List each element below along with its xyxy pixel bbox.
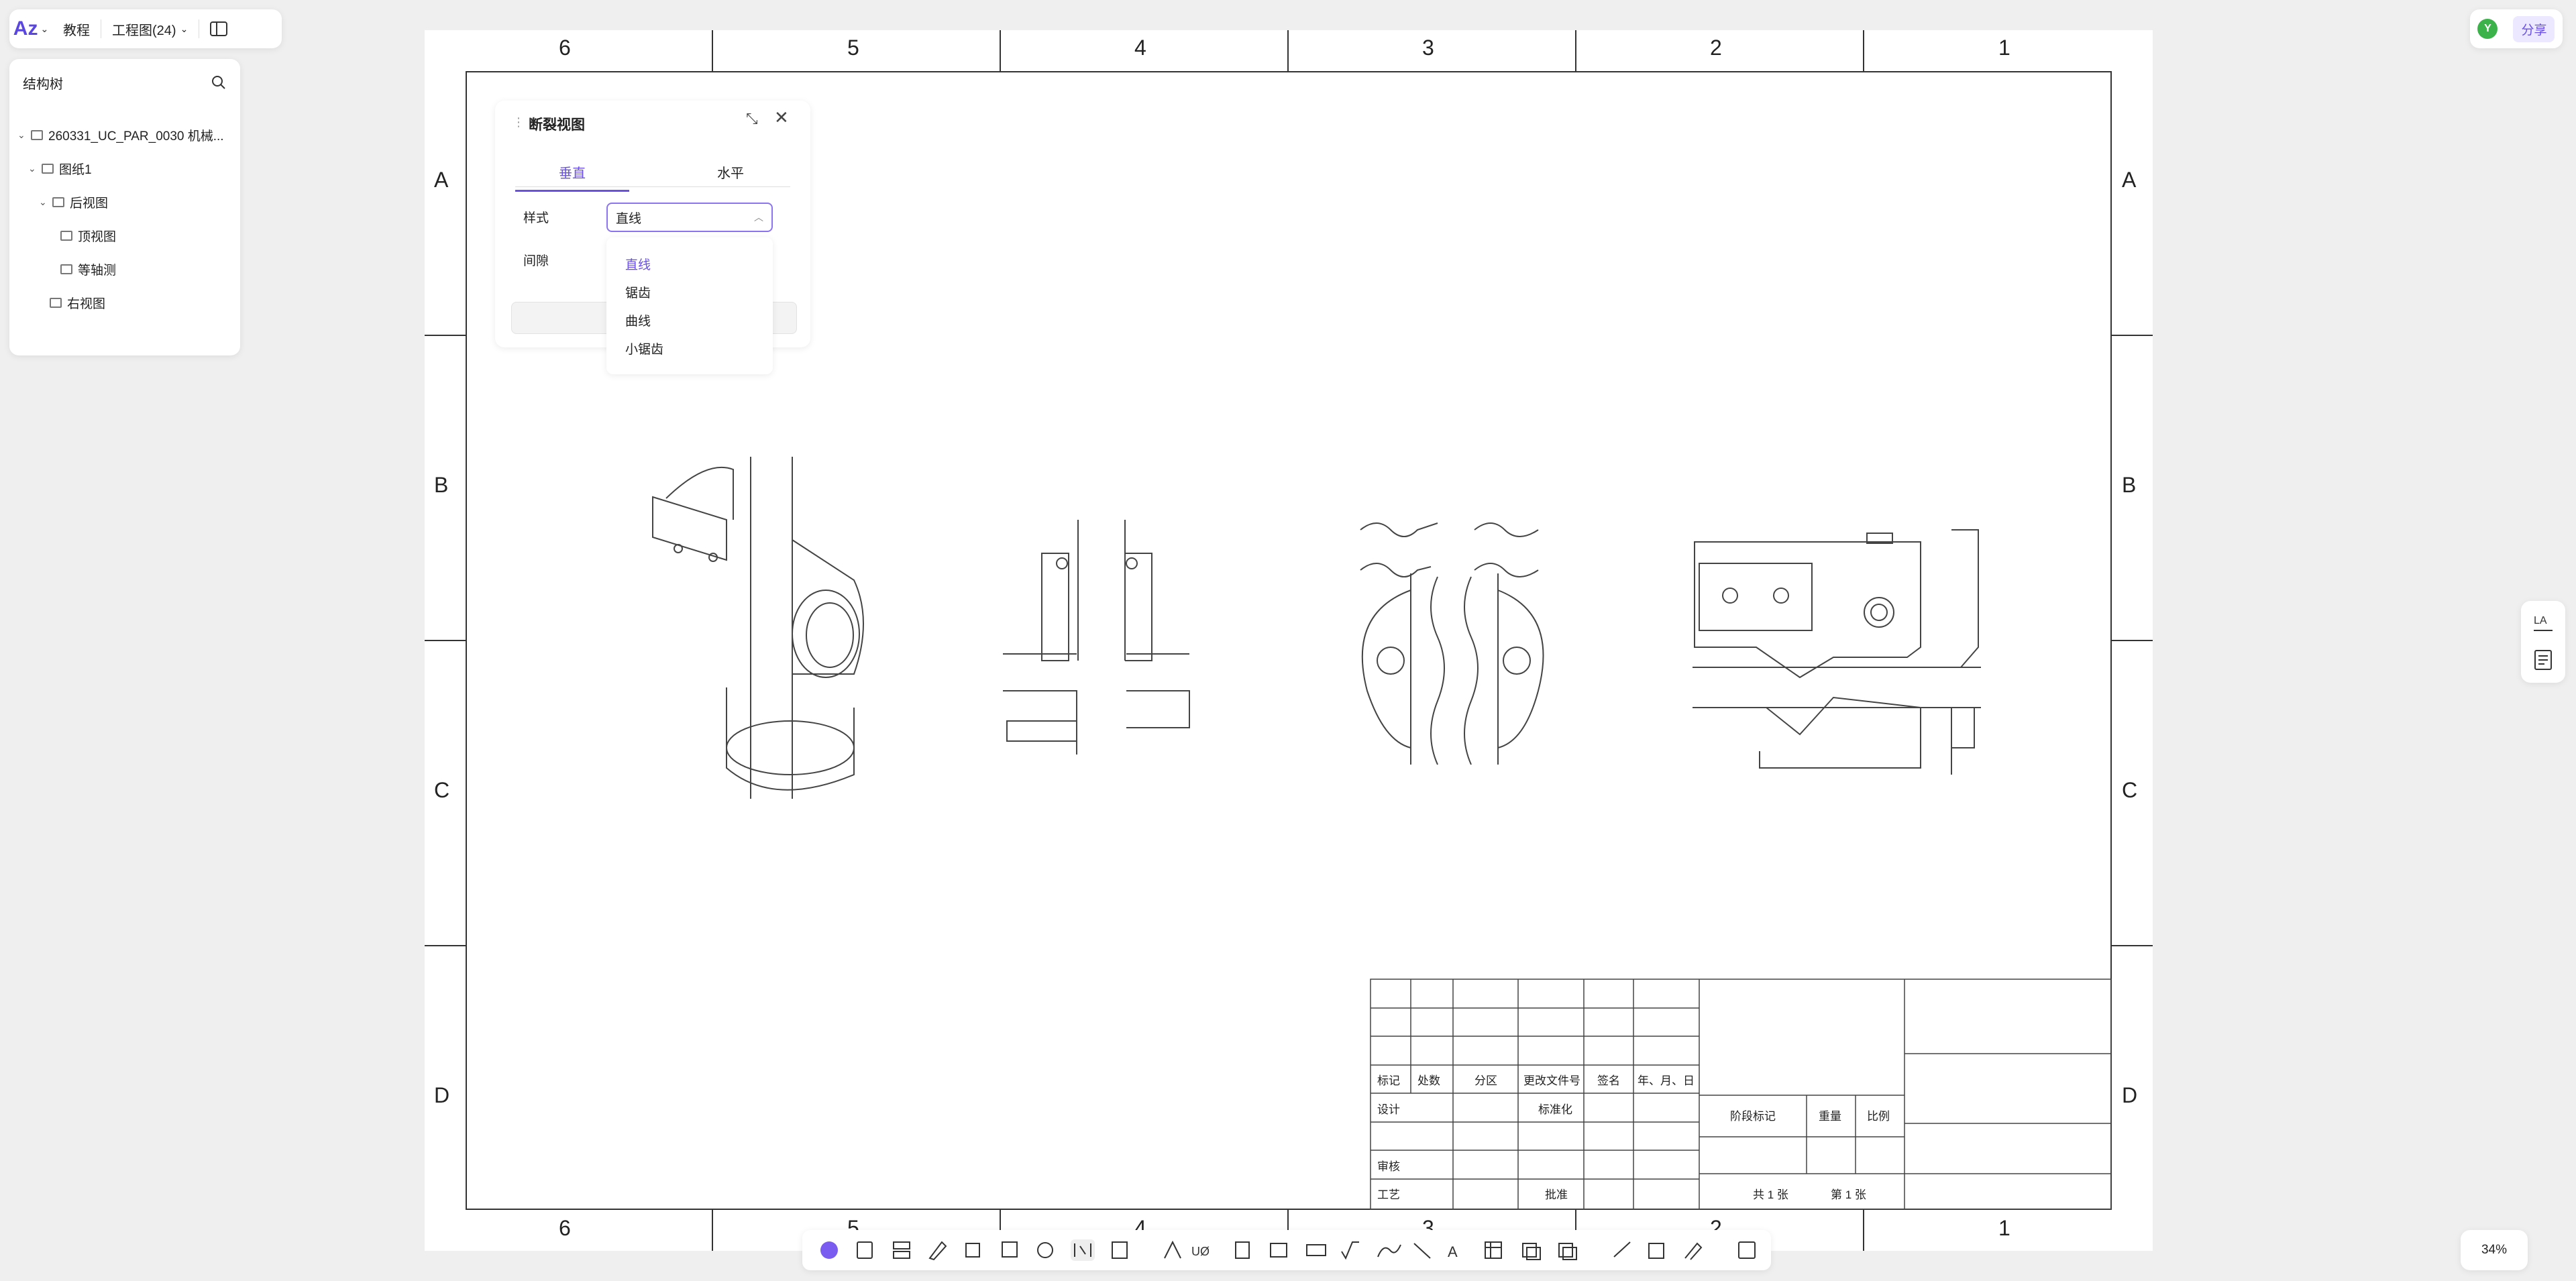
panel-toggle-icon <box>210 21 228 36</box>
chevron-down-icon[interactable]: ⌄ <box>17 129 27 141</box>
option-curve[interactable]: 曲线 <box>625 311 651 329</box>
view-icon <box>50 298 62 308</box>
tree-item-sheet[interactable]: ⌄ 图纸1 <box>28 160 92 178</box>
close-icon[interactable]: ✕ <box>774 107 789 128</box>
chevron-up-icon: ︿ <box>754 212 763 223</box>
annotation-style-icon[interactable]: LA <box>2532 610 2554 634</box>
top-toolbar: Az ⌄ 教程 工程图(24) ⌄ <box>9 9 282 48</box>
toggle-panel-button[interactable] <box>199 9 238 48</box>
col-label: 2 <box>1710 36 1722 60</box>
tb-date: 年、月、日 <box>1638 1074 1695 1087</box>
col-label: 1 <box>1998 36 2010 60</box>
tb-stage: 阶段标记 <box>1730 1110 1776 1123</box>
view-icon <box>60 264 72 274</box>
share-area: Y 分享 <box>2470 9 2563 48</box>
tab-divider <box>515 186 790 187</box>
option-sawtooth[interactable]: 锯齿 <box>625 283 651 301</box>
avatar[interactable]: Y <box>2477 19 2498 39</box>
tb-zone: 分区 <box>1474 1074 1497 1087</box>
col-label: 1 <box>1998 1216 2010 1240</box>
tb-total: 共 1 张 <box>1753 1188 1788 1201</box>
dialog-title: 断裂视图 <box>529 117 585 133</box>
tree-title: 结构树 <box>23 76 63 92</box>
tb-sheet-no: 第 1 张 <box>1831 1188 1866 1201</box>
tb-std: 标准化 <box>1538 1103 1572 1116</box>
tree-item-right-view[interactable]: 右视图 <box>50 294 105 312</box>
svg-text:LA: LA <box>2534 615 2547 626</box>
style-label: 样式 <box>523 211 549 225</box>
tb-review: 审核 <box>1377 1160 1400 1173</box>
svg-text:A: A <box>1448 1243 1458 1260</box>
row-label: A <box>2122 168 2137 192</box>
col-label: 5 <box>847 36 859 60</box>
view-icon <box>52 197 64 207</box>
toolbar-icons: UØ A <box>820 1239 1756 1261</box>
tb-sign: 签名 <box>1597 1074 1620 1087</box>
structure-tree-panel: 结构树 ⌄ 260331_UC_PAR_0030 机械... ⌄ 图纸1 ⌄ 后视图 … <box>9 59 240 355</box>
row-label: C <box>2122 778 2138 802</box>
tree-item-top-view[interactable]: 顶视图 <box>60 227 116 245</box>
zoom-level[interactable]: 34% <box>2461 1230 2528 1270</box>
col-label: 6 <box>559 36 571 60</box>
app-logo-icon[interactable]: Az ⌄ <box>9 9 52 48</box>
document-switcher[interactable]: 工程图(24) ⌄ <box>101 9 199 48</box>
tb-weight: 重量 <box>1819 1110 1841 1123</box>
view-icon <box>60 231 72 241</box>
tab-horizontal[interactable]: 水平 <box>674 162 788 190</box>
row-label: C <box>434 778 450 802</box>
gap-label: 间隙 <box>523 254 549 268</box>
search-icon[interactable] <box>211 74 227 91</box>
tb-design: 设计 <box>1377 1103 1400 1116</box>
style-select[interactable]: 直线 ︿ <box>606 203 773 232</box>
tb-doc: 更改文件号 <box>1523 1074 1580 1087</box>
col-label: 4 <box>1134 36 1146 60</box>
bottom-toolbar: UØ A <box>802 1230 1771 1270</box>
collapse-icon[interactable]: ⤡ <box>746 110 758 127</box>
tutorial-button[interactable]: 教程 <box>52 9 101 48</box>
row-label: D <box>434 1083 450 1107</box>
svg-text:UØ: UØ <box>1191 1245 1210 1258</box>
share-button[interactable]: 分享 <box>2513 15 2555 42</box>
row-label: D <box>2122 1083 2138 1107</box>
tb-scale: 比例 <box>1867 1110 1890 1123</box>
row-label: B <box>2122 473 2137 497</box>
tb-approve: 批准 <box>1545 1188 1568 1201</box>
row-label: B <box>434 473 449 497</box>
right-tool-panel: LA <box>2521 601 2565 683</box>
option-straight[interactable]: 直线 <box>625 255 651 273</box>
tree-item-rear-view[interactable]: ⌄ 后视图 <box>39 193 108 211</box>
tb-craft: 工艺 <box>1377 1188 1400 1201</box>
tree-item-isometric[interactable]: 等轴测 <box>60 260 116 278</box>
col-label: 6 <box>559 1216 571 1240</box>
part-icon <box>31 130 43 140</box>
sheet-icon <box>42 164 54 174</box>
tb-mark: 标记 <box>1377 1074 1400 1087</box>
col-label: 3 <box>1422 36 1434 60</box>
tb-count: 处数 <box>1417 1074 1440 1087</box>
option-small-sawtooth[interactable]: 小锯齿 <box>625 339 663 357</box>
chevron-down-icon[interactable]: ⌄ <box>28 163 38 174</box>
properties-icon[interactable] <box>2532 648 2554 672</box>
chevron-down-icon[interactable]: ⌄ <box>39 197 48 208</box>
tab-vertical[interactable]: 垂直 <box>515 162 629 192</box>
style-dropdown-menu: 直线 锯齿 曲线 小锯齿 <box>606 237 773 374</box>
row-label: A <box>434 168 449 192</box>
tree-item-part[interactable]: ⌄ 260331_UC_PAR_0030 机械... <box>17 126 224 144</box>
drag-handle-icon[interactable]: ⋮ <box>513 115 525 129</box>
style-select-value: 直线 <box>616 211 642 226</box>
